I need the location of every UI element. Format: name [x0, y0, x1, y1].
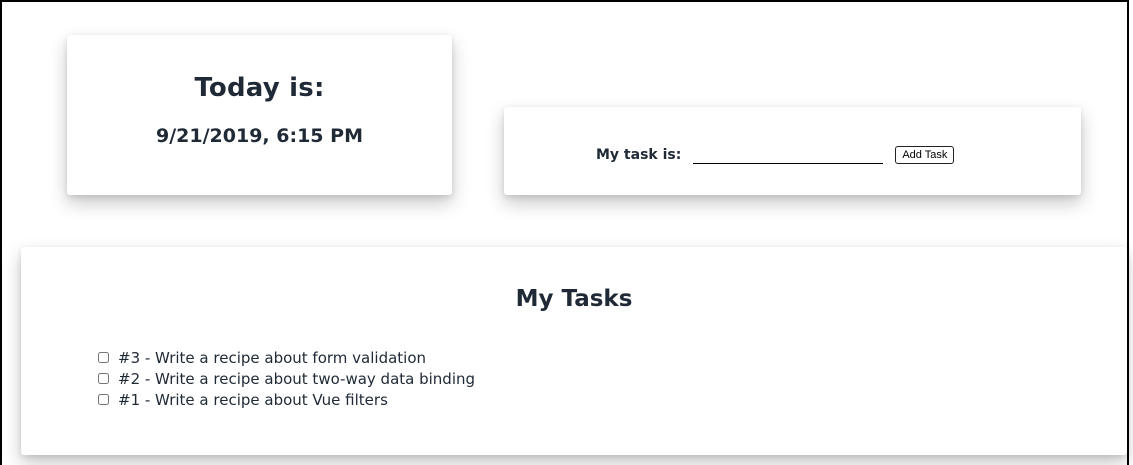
current-date: 9/21/2019, 6:15 PM: [156, 125, 363, 147]
task-list-title: My Tasks: [515, 286, 633, 312]
task-item: #1 - Write a recipe about Vue filters: [97, 389, 475, 410]
task-label: My task is:: [596, 146, 682, 163]
task-checkbox[interactable]: [98, 373, 109, 384]
task-list: #3 - Write a recipe about form validatio…: [97, 347, 475, 410]
task-text: #3 - Write a recipe about form validatio…: [118, 348, 427, 367]
task-text: #1 - Write a recipe about Vue filters: [118, 390, 388, 409]
task-item: #3 - Write a recipe about form validatio…: [97, 347, 475, 368]
task-form: My task is: Add Task: [596, 145, 955, 164]
task-input[interactable]: [693, 145, 884, 164]
task-list-card: My Tasks #3 - Write a recipe about form …: [21, 247, 1127, 455]
task-checkbox[interactable]: [98, 352, 109, 363]
task-item: #2 - Write a recipe about two-way data b…: [97, 368, 475, 389]
add-task-button[interactable]: Add Task: [895, 145, 955, 164]
date-title: Today is:: [194, 73, 325, 103]
date-card: Today is: 9/21/2019, 6:15 PM: [67, 35, 452, 195]
task-text: #2 - Write a recipe about two-way data b…: [118, 369, 476, 388]
task-checkbox[interactable]: [98, 394, 109, 405]
task-form-card: My task is: Add Task: [504, 107, 1081, 195]
